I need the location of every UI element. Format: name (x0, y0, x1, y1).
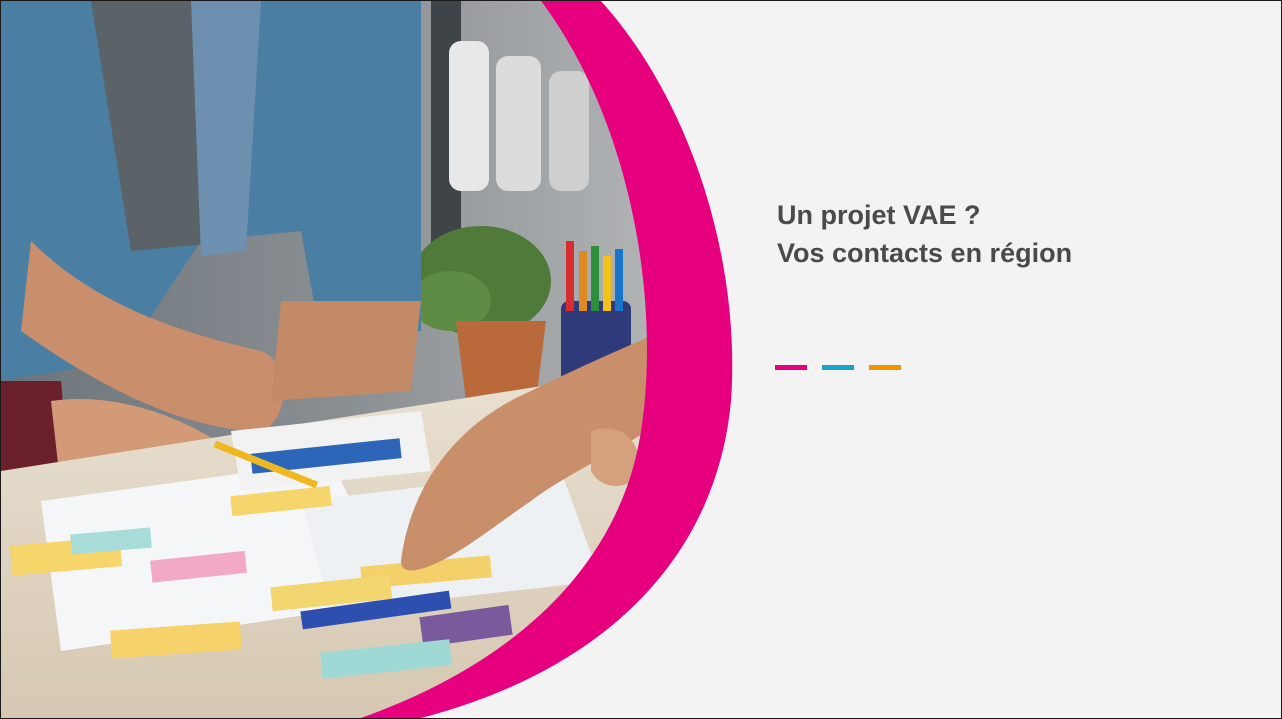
title-line-2: Vos contacts en région (777, 238, 1073, 268)
title-line-1: Un projet VAE ? (777, 200, 981, 230)
dash-orange (869, 365, 901, 370)
page-title: Un projet VAE ? Vos contacts en région (777, 196, 1237, 272)
decorative-dashes (775, 365, 905, 371)
dash-pink (775, 365, 807, 370)
dash-blue (822, 365, 854, 370)
slide: Un projet VAE ? Vos contacts en région (0, 0, 1282, 719)
team-planning-photo (1, 1, 733, 718)
